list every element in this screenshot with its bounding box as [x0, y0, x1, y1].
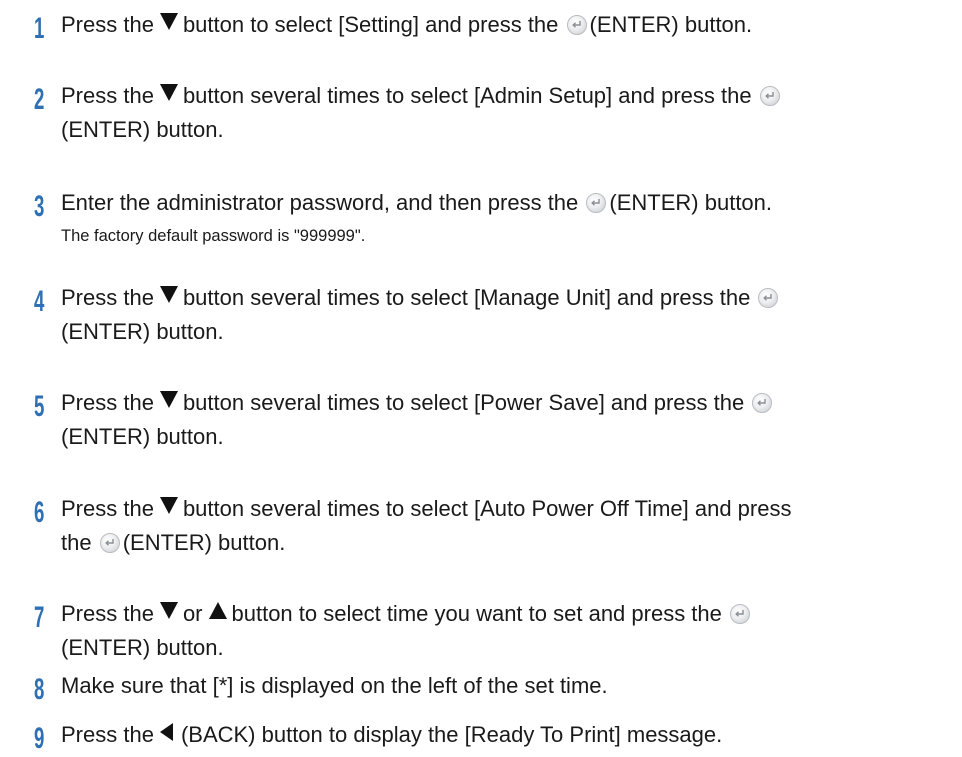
enter-button-icon	[758, 288, 779, 308]
down-arrow-icon	[159, 286, 178, 303]
step-text: Make sure that [*] is displayed on the l…	[61, 673, 608, 698]
step-text: Press the or button to select time you wan…	[61, 597, 951, 665]
down-arrow-icon	[159, 391, 178, 408]
step-text: Press the button several times to select …	[61, 386, 951, 454]
step-text: Press the button several times to select …	[61, 496, 792, 555]
enter-button-icon	[752, 393, 773, 413]
step-text: Press the button several times to select …	[61, 79, 951, 147]
back-arrow-icon	[159, 723, 173, 741]
enter-button-icon	[586, 193, 607, 213]
step-number: 7	[34, 601, 45, 634]
step-text: Press the (BACK) button to display the [R…	[61, 722, 723, 747]
down-arrow-icon	[159, 602, 178, 619]
step-note: The factory default password is "999999"…	[61, 227, 366, 245]
enter-button-icon	[566, 15, 587, 35]
step-number: 4	[34, 285, 45, 318]
down-arrow-icon	[159, 13, 178, 30]
enter-button-icon	[99, 533, 120, 553]
step-text: Press the button several times to select …	[61, 281, 951, 349]
step-number: 8	[34, 673, 45, 706]
enter-button-icon	[730, 604, 751, 624]
step-number: 6	[34, 496, 45, 529]
step-number: 1	[34, 12, 45, 45]
step-number: 9	[34, 722, 45, 755]
step-text: Press the button to select [Setting] and …	[61, 12, 753, 37]
enter-button-icon	[759, 86, 780, 106]
step-text: Enter the administrator password, and th…	[61, 190, 773, 215]
step-number: 5	[34, 390, 45, 423]
down-arrow-icon	[159, 84, 178, 101]
step-number: 3	[34, 190, 45, 223]
step-number: 2	[34, 83, 45, 116]
up-arrow-icon	[208, 602, 227, 619]
down-arrow-icon	[159, 497, 178, 514]
